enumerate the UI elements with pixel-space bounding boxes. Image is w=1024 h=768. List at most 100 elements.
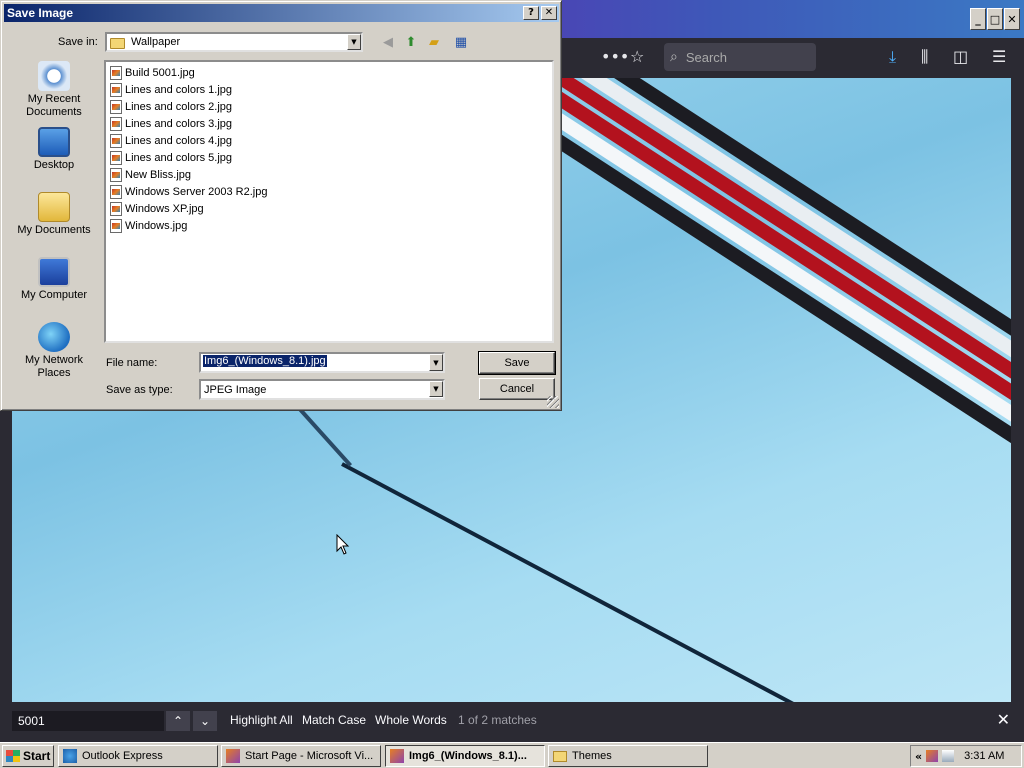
jpeg-file-icon [110, 218, 122, 233]
place-label: My Computer [20, 289, 88, 301]
wallpaper-fold-edge [295, 404, 353, 467]
file-name: Windows Server 2003 R2.jpg [125, 185, 268, 198]
file-name: Lines and colors 5.jpg [125, 151, 233, 164]
library-icon[interactable]: ⫼ [921, 46, 928, 68]
folder-icon [110, 37, 125, 49]
place-recent-documents[interactable]: My Recent Documents [7, 61, 101, 119]
browser-icon [390, 749, 404, 763]
file-list[interactable]: Build 5001.jpg Lines and colors 1.jpg Line… [104, 60, 554, 343]
dialog-title: Save Image [7, 6, 74, 20]
file-name-input[interactable]: Img6_(Windows_8.1).jpg ▼ [199, 352, 445, 373]
file-name: Lines and colors 2.jpg [125, 100, 233, 113]
find-next-button[interactable]: ⌄ [193, 711, 217, 731]
task-img6[interactable]: Img6_(Windows_8.1)... [385, 745, 545, 767]
chevron-down-icon[interactable]: ▼ [429, 381, 443, 397]
jpeg-file-icon [110, 184, 122, 199]
minimize-button[interactable]: _ [970, 8, 986, 30]
jpeg-file-icon [110, 133, 122, 148]
tray-expand-icon[interactable]: « [915, 750, 922, 763]
file-row[interactable]: Lines and colors 4.jpg [108, 132, 550, 149]
file-row[interactable]: Windows.jpg [108, 217, 550, 234]
jpeg-file-icon [110, 167, 122, 182]
find-previous-button[interactable]: ⌃ [166, 711, 190, 731]
save-button[interactable]: Save [478, 351, 556, 375]
resize-grip[interactable] [547, 396, 559, 408]
cancel-button[interactable]: Cancel [479, 378, 555, 400]
start-button[interactable]: Start [2, 745, 54, 767]
clock[interactable]: 3:31 AM [964, 750, 1004, 762]
search-input[interactable]: ⌕ Search [664, 43, 816, 71]
menu-icon[interactable]: ☰ [992, 46, 1006, 68]
place-desktop[interactable]: Desktop [7, 127, 101, 172]
file-name: Lines and colors 3.jpg [125, 117, 233, 130]
file-row[interactable]: Windows Server 2003 R2.jpg [108, 183, 550, 200]
recent-documents-icon [38, 61, 70, 91]
download-icon[interactable]: ⤓ [889, 46, 896, 68]
highlight-all-toggle[interactable]: Highlight All [230, 713, 293, 727]
find-input[interactable]: 5001 [12, 711, 164, 731]
save-in-value: Wallpaper [131, 36, 181, 48]
up-folder-icon[interactable]: ⬆ [401, 33, 421, 51]
outlook-express-icon [63, 749, 77, 763]
jpeg-file-icon [110, 65, 122, 80]
system-tray: « 3:31 AM [910, 745, 1022, 767]
network-tray-icon[interactable] [942, 750, 955, 762]
whole-words-toggle[interactable]: Whole Words [375, 713, 447, 727]
task-start-page[interactable]: Start Page - Microsoft Vi... [221, 745, 381, 767]
file-row[interactable]: New Bliss.jpg [108, 166, 550, 183]
file-row[interactable]: Lines and colors 2.jpg [108, 98, 550, 115]
file-row[interactable]: Lines and colors 1.jpg [108, 81, 550, 98]
place-my-documents[interactable]: My Documents [7, 192, 101, 237]
place-label: My Documents [17, 224, 91, 236]
dialog-close-button[interactable]: ✕ [541, 6, 557, 20]
find-match-count: 1 of 2 matches [458, 713, 537, 727]
folder-icon [553, 750, 567, 762]
task-label: Img6_(Windows_8.1)... [409, 750, 527, 762]
wallpaper-fold-line [341, 462, 979, 702]
my-computer-icon [38, 257, 70, 287]
help-button[interactable]: ? [523, 6, 539, 20]
start-label: Start [23, 749, 51, 763]
chevron-down-icon[interactable]: ▼ [347, 34, 361, 50]
file-name: Build 5001.jpg [125, 66, 195, 79]
desktop-icon [38, 127, 70, 157]
chevron-down-icon[interactable]: ▼ [429, 354, 443, 371]
bookmark-star-icon[interactable]: ☆ [630, 46, 644, 68]
place-network[interactable]: My Network Places [7, 322, 101, 380]
file-row[interactable]: Build 5001.jpg [108, 64, 550, 81]
sidebar-icon[interactable]: ◫ [953, 46, 968, 68]
views-menu-icon[interactable]: ▦ [451, 33, 471, 51]
file-row[interactable]: Windows XP.jpg [108, 200, 550, 217]
place-label: Desktop [33, 159, 75, 171]
close-button[interactable]: ✕ [1004, 8, 1020, 30]
match-case-toggle[interactable]: Match Case [302, 713, 366, 727]
file-row[interactable]: Lines and colors 5.jpg [108, 149, 550, 166]
my-documents-icon [38, 192, 70, 222]
save-as-type-value: JPEG Image [204, 383, 267, 396]
find-bar: 5001 ⌃ ⌄ Highlight All Match Case Whole … [0, 703, 1024, 739]
place-label: My Network Places [24, 354, 84, 379]
tray-app-icon[interactable] [926, 750, 939, 762]
file-row[interactable]: Lines and colors 3.jpg [108, 115, 550, 132]
windows-flag-icon [6, 750, 20, 762]
search-placeholder: Search [685, 49, 728, 65]
save-in-dropdown[interactable]: Wallpaper ▼ [105, 32, 363, 52]
task-label: Start Page - Microsoft Vi... [245, 750, 374, 762]
maximize-button[interactable]: □ [987, 8, 1003, 30]
jpeg-file-icon [110, 82, 122, 97]
find-close-icon[interactable]: ✕ [997, 710, 1010, 729]
file-name: Lines and colors 4.jpg [125, 134, 233, 147]
place-my-computer[interactable]: My Computer [7, 257, 101, 302]
file-name: New Bliss.jpg [125, 168, 192, 181]
task-outlook-express[interactable]: Outlook Express [58, 745, 218, 767]
save-as-type-dropdown[interactable]: JPEG Image ▼ [199, 379, 445, 400]
task-themes[interactable]: Themes [548, 745, 708, 767]
window-controls: _ □ ✕ [970, 8, 1020, 30]
new-folder-icon[interactable]: ▰ [424, 33, 444, 51]
page-actions-icon[interactable]: ••• [601, 46, 629, 68]
network-places-icon [38, 322, 70, 352]
dialog-titlebar[interactable]: Save Image ? ✕ [4, 4, 559, 22]
jpeg-file-icon [110, 150, 122, 165]
jpeg-file-icon [110, 116, 122, 131]
back-icon[interactable]: ◀ [378, 33, 398, 51]
